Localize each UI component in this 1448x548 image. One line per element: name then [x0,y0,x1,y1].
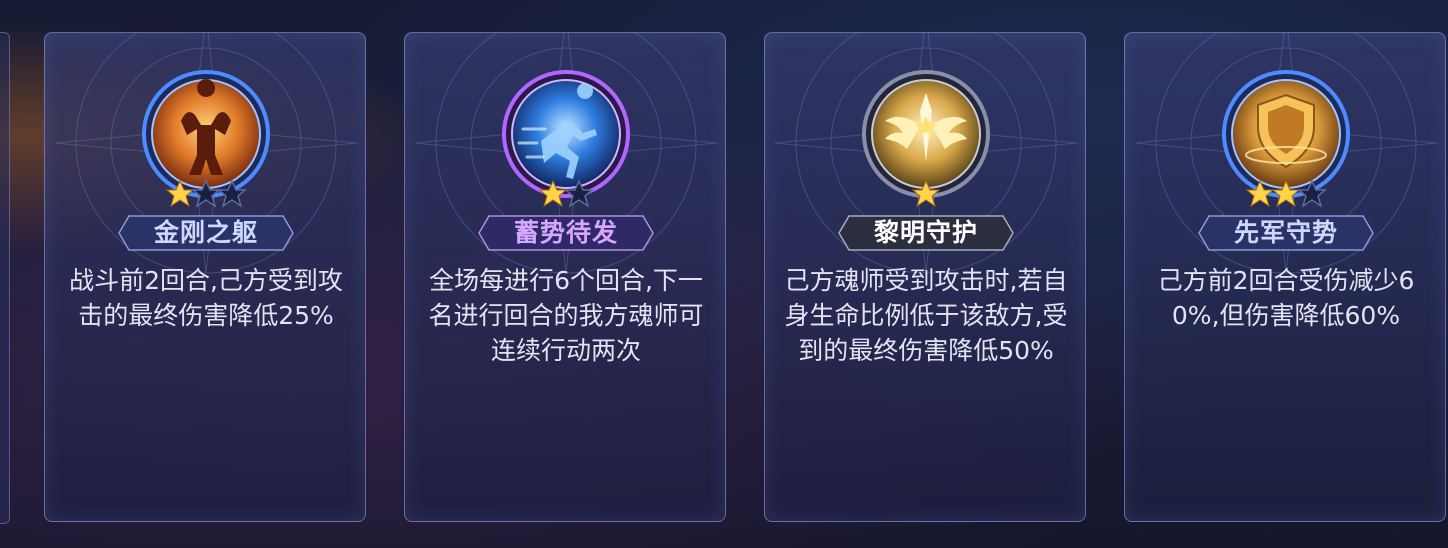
talent-name-plate: 蓄势待发 [477,214,655,252]
talent-name: 黎明守护 [873,218,978,247]
star-empty-icon [217,179,247,208]
star-empty-icon [1297,179,1327,208]
talent-card-3[interactable]: 黎明守护 己方魂师受到攻击时,若自身生命比例低于该敌方,受到的最终伤害降低50% [764,32,1086,522]
talent-selection-scene: 金刚之躯 战斗前2回合,己方受到攻击的最终伤害降低25% 蓄势待发 全场每进行6… [0,0,1448,548]
star-rating [1125,179,1445,213]
star-rating [405,179,725,213]
talent-name: 金刚之躯 [153,218,258,247]
talent-name-plate: 黎明守护 [837,214,1015,252]
star-filled-icon [911,179,941,208]
talent-name-plate: 金刚之躯 [117,214,295,252]
talent-description: 战斗前2回合,己方受到攻击的最终伤害降低25% [69,266,343,330]
star-empty-icon [564,179,594,208]
talent-card-4[interactable]: 先军守势 己方前2回合受伤减少60%,但伤害降低60% [1124,32,1446,522]
talent-description: 全场每进行6个回合,下一名进行回合的我方魂师可连续行动两次 [428,266,704,365]
partial-card-left[interactable] [0,32,10,524]
star-rating [45,179,365,213]
talent-name-plate: 先军守势 [1197,214,1375,252]
talent-name: 蓄势待发 [513,218,618,247]
talent-name: 先军守势 [1233,218,1338,247]
talent-description: 己方前2回合受伤减少60%,但伤害降低60% [1157,266,1415,330]
talent-card-1[interactable]: 金刚之躯 战斗前2回合,己方受到攻击的最终伤害降低25% [44,32,366,522]
star-rating [765,179,1085,213]
talent-description: 己方魂师受到攻击时,若自身生命比例低于该敌方,受到的最终伤害降低50% [784,266,1068,365]
talent-card-2[interactable]: 蓄势待发 全场每进行6个回合,下一名进行回合的我方魂师可连续行动两次 [404,32,726,522]
